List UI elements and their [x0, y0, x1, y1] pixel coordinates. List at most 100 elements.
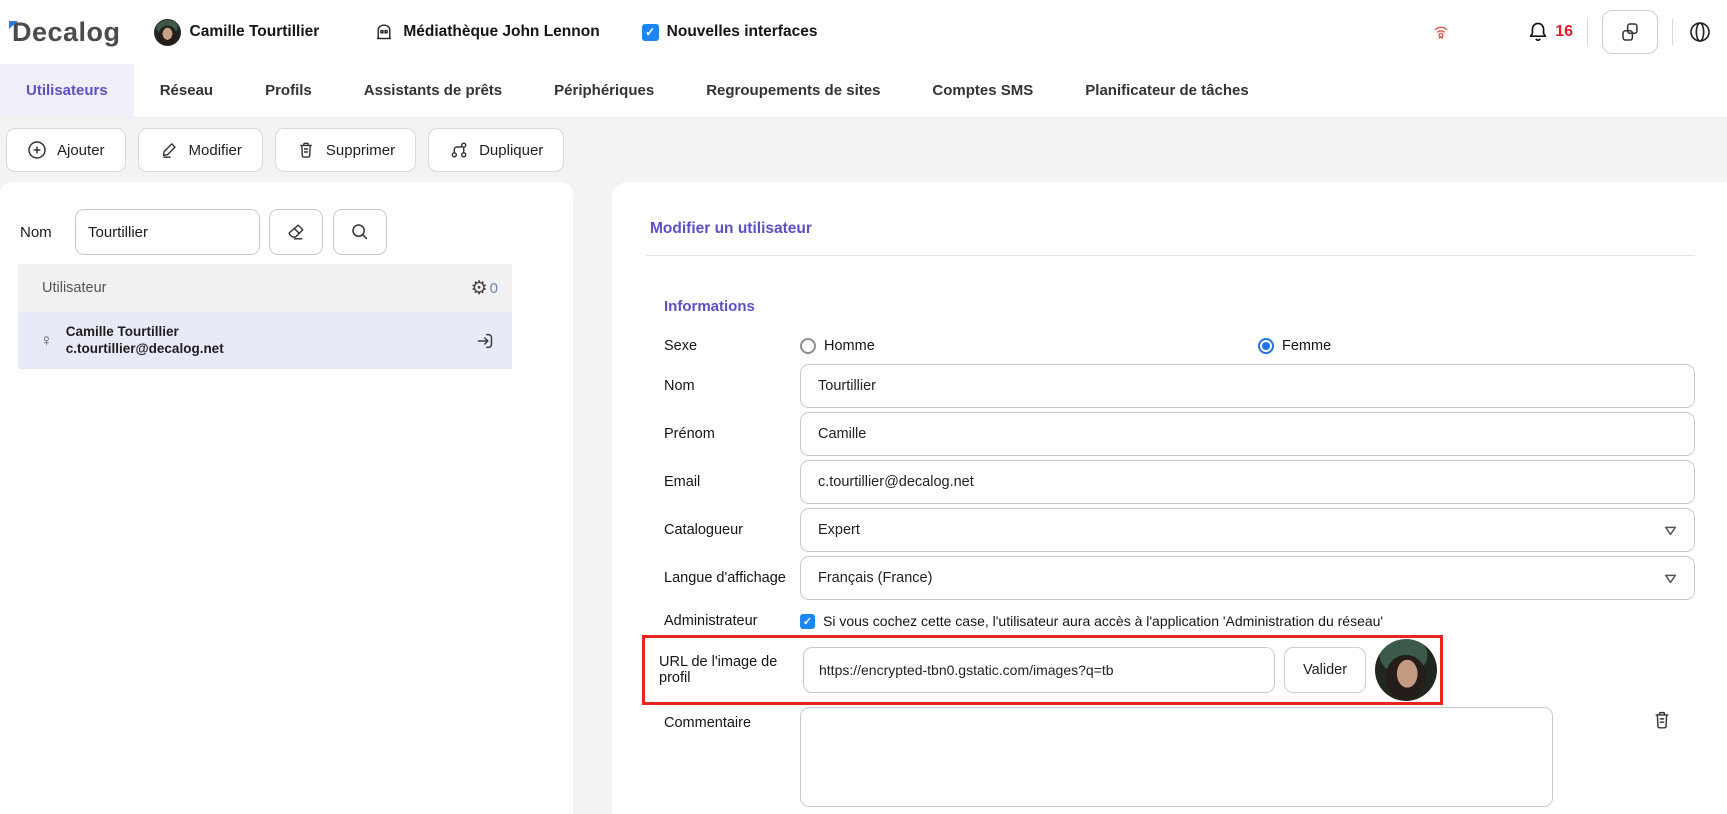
login-arrow-icon[interactable] [474, 330, 496, 352]
user-list-item-selected[interactable]: ♀ Camille Tourtillier c.tourtillier@deca… [18, 312, 512, 369]
duplicate-button-label: Dupliquer [479, 142, 543, 159]
sexe-label: Sexe [650, 338, 800, 354]
actions-toolbar: Ajouter Modifier Supprimer [0, 118, 1727, 182]
eraser-icon [285, 221, 307, 243]
search-button[interactable] [333, 209, 387, 255]
add-button-label: Ajouter [57, 142, 105, 159]
nom-label: Nom [650, 378, 800, 394]
tab-comptes-sms[interactable]: Comptes SMS [906, 64, 1059, 117]
notifications[interactable]: 16 [1526, 20, 1573, 44]
radio-femme[interactable]: Femme [1258, 338, 1331, 354]
gear-icon: ⚙ [471, 279, 488, 298]
email-label: Email [650, 474, 800, 490]
tab-utilisateurs[interactable]: Utilisateurs [0, 64, 134, 117]
administrateur-label: Administrateur [650, 613, 800, 629]
pencil-icon [159, 140, 179, 160]
main-nav-tabs: Utilisateurs Réseau Profils Assistants d… [0, 64, 1727, 118]
female-symbol-icon: ♀ [40, 331, 53, 351]
commentaire-label: Commentaire [650, 707, 800, 731]
profile-image-url-label: URL de l'image de profil [653, 654, 803, 686]
radio-homme[interactable]: Homme [800, 338, 1258, 354]
users-list-header: Utilisateur ⚙ 0 [18, 264, 512, 312]
section-title-informations: Informations [664, 298, 1695, 315]
app-window: Decalog Camille Tourtillier Médiathèque … [0, 0, 1727, 814]
current-user-name: Camille Tourtillier [190, 23, 320, 41]
administrateur-checkbox[interactable]: ✓ [800, 614, 815, 629]
langue-select[interactable]: Français (France) [800, 556, 1695, 600]
commentaire-textarea[interactable] [800, 707, 1553, 807]
users-list-header-label: Utilisateur [42, 280, 106, 296]
current-user[interactable]: Camille Tourtillier [154, 19, 320, 46]
top-bar-right: 16 [1428, 10, 1727, 54]
catalogueur-value: Expert [818, 522, 860, 538]
radio-homme-circle[interactable] [800, 338, 816, 354]
email-row: Email [650, 460, 1695, 504]
current-site[interactable]: Médiathèque John Lennon [374, 22, 599, 42]
list-settings[interactable]: ⚙ 0 [471, 279, 498, 298]
duplicate-button[interactable]: Dupliquer [428, 128, 564, 172]
user-form: Sexe Homme Femme Nom [650, 333, 1695, 807]
catalogueur-row: Catalogueur Expert [650, 508, 1695, 552]
user-search-row: Nom [0, 182, 573, 255]
tab-planificateur-de-taches[interactable]: Planificateur de tâches [1059, 64, 1274, 117]
user-list-item-name: Camille Tourtillier [66, 324, 224, 341]
notification-count-badge: 16 [1555, 23, 1573, 41]
validate-button[interactable]: Valider [1284, 647, 1366, 693]
new-interfaces-checkbox[interactable]: ✓ [642, 24, 659, 41]
administrateur-hint: Si vous cochez cette case, l'utilisateur… [823, 613, 1383, 629]
new-interfaces-label: Nouvelles interfaces [667, 23, 818, 41]
edit-button-label: Modifier [189, 142, 242, 159]
tab-profils[interactable]: Profils [239, 64, 338, 117]
contrast-circle-icon[interactable] [1687, 19, 1713, 45]
clear-comment-trash-icon[interactable] [1651, 709, 1673, 731]
delete-button-label: Supprimer [326, 142, 395, 159]
users-list-panel: Nom [0, 182, 573, 814]
langue-label: Langue d'affichage [650, 570, 800, 586]
chevron-down-icon [1663, 524, 1678, 537]
edit-button[interactable]: Modifier [138, 128, 263, 172]
search-name-label: Nom [20, 224, 75, 241]
user-list-item-email: c.tourtillier@decalog.net [66, 341, 224, 358]
langue-row: Langue d'affichage Français (France) [650, 556, 1695, 600]
prenom-input[interactable] [800, 412, 1695, 456]
profile-image-url-input[interactable] [803, 647, 1275, 693]
email-input[interactable] [800, 460, 1695, 504]
content-area: Nom [0, 182, 1727, 814]
langue-value: Français (France) [818, 570, 932, 586]
radio-femme-label: Femme [1282, 338, 1331, 354]
bell-icon [1526, 20, 1550, 44]
tab-regroupements-de-sites[interactable]: Regroupements de sites [680, 64, 906, 117]
panel-gap [573, 182, 612, 814]
settings-count: 0 [490, 280, 498, 297]
app-logo[interactable]: Decalog [10, 17, 121, 48]
page-title: Modifier un utilisateur [650, 220, 1695, 238]
catalogueur-label: Catalogueur [650, 522, 800, 538]
radio-homme-label: Homme [824, 338, 875, 354]
clear-search-button[interactable] [269, 209, 323, 255]
tab-assistants-de-prets[interactable]: Assistants de prêts [338, 64, 528, 117]
apps-button[interactable] [1602, 10, 1658, 54]
divider [1672, 19, 1673, 45]
profile-image-preview [1375, 639, 1437, 701]
tab-peripheriques[interactable]: Périphériques [528, 64, 680, 117]
administrateur-row: Administrateur ✓ Si vous cochez cette ca… [650, 608, 1695, 634]
current-site-name: Médiathèque John Lennon [403, 23, 599, 41]
commentaire-row: Commentaire [650, 707, 1695, 807]
overlapping-squares-icon [1617, 19, 1643, 45]
radio-femme-circle[interactable] [1258, 338, 1274, 354]
catalogueur-select[interactable]: Expert [800, 508, 1695, 552]
add-button[interactable]: Ajouter [6, 128, 126, 172]
top-bar: Decalog Camille Tourtillier Médiathèque … [0, 0, 1727, 64]
new-interfaces-toggle[interactable]: ✓ Nouvelles interfaces [642, 23, 818, 41]
nom-input[interactable] [800, 364, 1695, 408]
profile-image-url-row-highlight: URL de l'image de profil Valider [642, 635, 1443, 705]
search-name-input[interactable] [75, 209, 260, 255]
user-list-item-text: Camille Tourtillier c.tourtillier@decalo… [66, 324, 224, 358]
edit-user-panel: Modifier un utilisateur Informations Sex… [612, 182, 1727, 814]
broadcast-icon[interactable] [1428, 19, 1454, 45]
delete-button[interactable]: Supprimer [275, 128, 416, 172]
divider [1587, 19, 1588, 45]
user-avatar [154, 19, 181, 46]
building-icon [374, 22, 394, 42]
tab-reseau[interactable]: Réseau [134, 64, 239, 117]
